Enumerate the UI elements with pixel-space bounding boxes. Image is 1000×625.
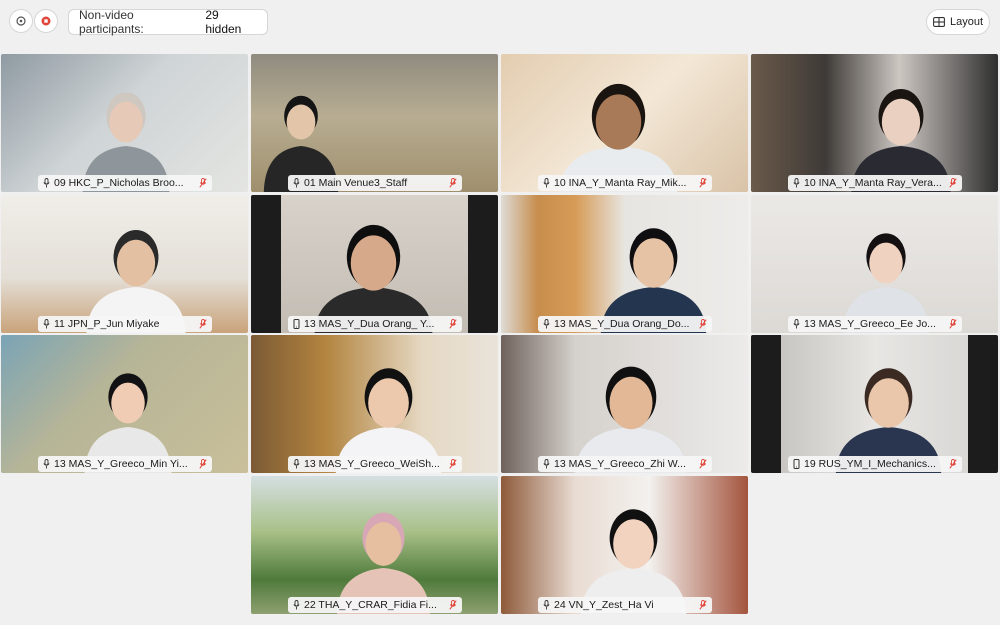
record-button[interactable] [35, 10, 57, 32]
participant-name-tag: 13 MAS_Y_Dua Orang_ Y... [288, 316, 462, 332]
participant-name-tag: 11 JPN_P_Jun Miyake [38, 316, 212, 332]
participant-name: 22 THA_Y_CRAR_Fidia Fi... [304, 599, 437, 611]
muted-mic-icon [699, 600, 707, 610]
mic-icon [293, 459, 300, 469]
participant-name-tag: 10 INA_Y_Manta Ray_Mik... [538, 175, 712, 191]
record-icon [41, 16, 51, 26]
participant-tile[interactable]: 13 MAS_Y_Greeco_Ee Jo... [751, 195, 998, 333]
participant-name: 13 MAS_Y_Greeco_Ee Jo... [804, 318, 936, 330]
participant-name-tag: 13 MAS_Y_Greeco_Zhi W... [538, 456, 712, 472]
participant-name-tag: 10 INA_Y_Manta Ray_Vera... [788, 175, 962, 191]
muted-mic-icon [449, 459, 457, 469]
mic-icon [293, 600, 300, 610]
top-toolbar: Non-video participants: 29 hidden Layout [0, 0, 1000, 44]
phone-icon [793, 459, 800, 469]
hidden-count: 29 hidden [205, 8, 242, 36]
participant-name: 11 JPN_P_Jun Miyake [54, 318, 160, 330]
info-button[interactable] [10, 10, 32, 32]
muted-mic-icon [449, 600, 457, 610]
muted-mic-icon [449, 319, 457, 329]
participant-name-tag: 13 MAS_Y_Greeco_Min Yi... [38, 456, 212, 472]
participant-video-image [580, 509, 687, 614]
participant-tile[interactable]: 13 MAS_Y_Greeco_Zhi W... [501, 335, 748, 473]
layout-label: Layout [949, 16, 984, 28]
participant-video-image [84, 373, 172, 473]
participant-tile[interactable]: 09 HKC_P_Nicholas Broo... [1, 54, 248, 192]
participant-tile[interactable]: 22 THA_Y_CRAR_Fidia Fi... [251, 476, 498, 614]
non-video-label: Non-video participants: [79, 8, 144, 36]
participant-video-image [842, 233, 930, 333]
participant-name: 09 HKC_P_Nicholas Broo... [54, 177, 184, 189]
mic-icon [43, 178, 50, 188]
muted-mic-icon [949, 178, 957, 188]
non-video-participants-toggle[interactable]: Non-video participants: 29 hidden [69, 8, 267, 36]
participant-name-tag: 01 Main Venue3_Staff [288, 175, 462, 191]
phone-icon [293, 319, 300, 329]
participant-name-tag: 13 MAS_Y_Greeco_Ee Jo... [788, 316, 962, 332]
participant-name-tag: 13 MAS_Y_Greeco_WeiSh... [288, 456, 462, 472]
muted-mic-icon [199, 178, 207, 188]
muted-mic-icon [949, 319, 957, 329]
participant-video-image [335, 368, 442, 473]
participant-name: 13 MAS_Y_Dua Orang_Do... [554, 318, 690, 330]
participant-tile[interactable]: 24 VN_Y_Zest_Ha Vi [501, 476, 748, 614]
mic-icon [543, 600, 550, 610]
participant-name: 19 RUS_YM_I_Mechanics... [804, 458, 936, 470]
muted-mic-icon [699, 459, 707, 469]
participant-name: 24 VN_Y_Zest_Ha Vi [554, 599, 654, 611]
participant-video-image [82, 92, 170, 192]
layout-button[interactable]: Layout [927, 10, 989, 34]
mic-icon [43, 459, 50, 469]
muted-mic-icon [199, 319, 207, 329]
participant-name: 13 MAS_Y_Greeco_Zhi W... [554, 458, 686, 470]
participant-name-tag: 13 MAS_Y_Dua Orang_Do... [538, 316, 712, 332]
participant-tile[interactable]: 10 INA_Y_Manta Ray_Mik... [501, 54, 748, 192]
participant-video-image [86, 229, 186, 333]
participant-video-image [575, 366, 687, 473]
participant-video-image [314, 224, 433, 333]
participant-name-tag: 19 RUS_YM_I_Mechanics... [788, 456, 962, 472]
info-icon [16, 16, 26, 26]
mic-icon [793, 178, 800, 188]
participant-video-image [559, 83, 678, 192]
layout-grid-icon [933, 17, 945, 27]
mic-icon [543, 178, 550, 188]
participant-tile[interactable]: 13 MAS_Y_Greeco_WeiSh... [251, 335, 498, 473]
mic-icon [293, 178, 300, 188]
participant-name: 13 MAS_Y_Greeco_WeiSh... [304, 458, 440, 470]
participant-tile[interactable]: 13 MAS_Y_Greeco_Min Yi... [1, 335, 248, 473]
participant-name: 13 MAS_Y_Greeco_Min Yi... [54, 458, 188, 470]
participant-tile[interactable]: 10 INA_Y_Manta Ray_Vera... [751, 54, 998, 192]
participant-name: 13 MAS_Y_Dua Orang_ Y... [304, 318, 435, 330]
muted-mic-icon [449, 178, 457, 188]
muted-mic-icon [199, 459, 207, 469]
participant-video-image [835, 368, 942, 473]
muted-mic-icon [699, 178, 707, 188]
muted-mic-icon [699, 319, 707, 329]
participant-name-tag: 24 VN_Y_Zest_Ha Vi [538, 597, 712, 613]
participant-name-tag: 09 HKC_P_Nicholas Broo... [38, 175, 212, 191]
participant-name: 01 Main Venue3_Staff [304, 177, 408, 189]
mic-icon [543, 319, 550, 329]
participant-name: 10 INA_Y_Manta Ray_Vera... [804, 177, 942, 189]
mic-icon [43, 319, 50, 329]
participant-tile[interactable]: 13 MAS_Y_Dua Orang_Do... [501, 195, 748, 333]
muted-mic-icon [949, 459, 957, 469]
participant-name-tag: 22 THA_Y_CRAR_Fidia Fi... [288, 597, 462, 613]
mic-icon [793, 319, 800, 329]
participant-tile[interactable]: 01 Main Venue3_Staff [251, 54, 498, 192]
mic-icon [543, 459, 550, 469]
participant-video-image [337, 512, 430, 614]
participant-tile[interactable]: 13 MAS_Y_Dua Orang_ Y... [251, 195, 498, 333]
participant-video-image [600, 228, 707, 333]
participant-video-image [851, 88, 951, 192]
participant-name: 10 INA_Y_Manta Ray_Mik... [554, 177, 687, 189]
participant-tile[interactable]: 11 JPN_P_Jun Miyake [1, 195, 248, 333]
participant-video-image [263, 95, 339, 192]
participant-tile[interactable]: 19 RUS_YM_I_Mechanics... [751, 335, 998, 473]
